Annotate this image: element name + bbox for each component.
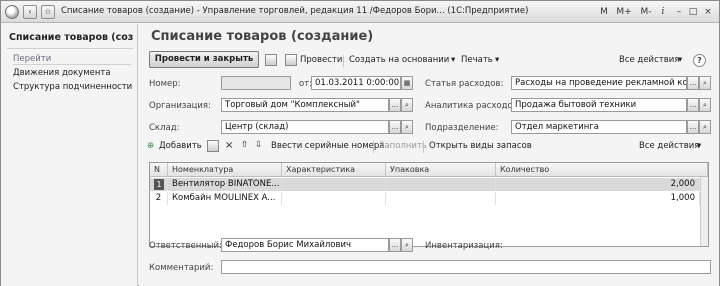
minimize-icon[interactable]: – <box>673 4 685 20</box>
column-header-quantity[interactable]: Количество <box>496 163 708 177</box>
row-number-cell: 1 <box>150 178 168 191</box>
chevron-down-icon[interactable]: ▾ <box>678 55 682 65</box>
table-scrollbar[interactable] <box>700 177 708 246</box>
expense-analytics-label: Аналитика расходов: <box>425 101 521 111</box>
responsible-field[interactable]: Федоров Борис Михайлович <box>221 238 389 252</box>
memory-subtract-button[interactable]: M- <box>637 4 655 20</box>
expense-item-field[interactable]: Расходы на проведение рекламной ком <box>511 76 687 90</box>
create-based-on-button[interactable]: Создать на основании <box>349 55 449 65</box>
search-icon[interactable]: ⌕ <box>401 120 413 134</box>
post-icon[interactable] <box>285 54 297 66</box>
date-field[interactable]: 01.03.2011 0:00:00 <box>311 76 401 90</box>
row-number: 2 <box>150 192 168 205</box>
item-cell[interactable]: Комбайн MOULINEX A... <box>168 192 282 205</box>
chevron-down-icon[interactable]: ▾ <box>451 55 455 65</box>
back-icon[interactable]: ‹ <box>23 5 37 19</box>
memory-button-m[interactable]: M <box>597 4 611 20</box>
add-button[interactable]: Добавить <box>159 141 202 151</box>
table-row[interactable]: 1 Вентилятор BINATONE... 2,000 <box>150 178 708 191</box>
delete-icon[interactable]: × <box>225 140 233 151</box>
characteristic-cell[interactable] <box>282 178 386 191</box>
select-button[interactable]: ... <box>687 120 699 134</box>
quantity-cell[interactable]: 1,000 <box>496 192 700 205</box>
divider <box>373 141 374 153</box>
search-icon[interactable]: ⌕ <box>699 120 711 134</box>
division-label: Подразделение: <box>425 123 499 133</box>
search-icon[interactable]: ⌕ <box>699 98 711 112</box>
nav-item-document-movements[interactable]: Движения документа <box>13 68 111 78</box>
select-button[interactable]: ... <box>389 98 401 112</box>
select-button[interactable]: ... <box>389 120 401 134</box>
inventory-label: Инвентаризация: <box>425 241 503 251</box>
post-and-close-button[interactable]: Провести и закрыть <box>149 51 259 68</box>
star-icon[interactable]: ☆ <box>41 5 55 19</box>
close-icon[interactable]: × <box>702 4 714 20</box>
expense-item-label: Статья расходов: <box>425 79 504 89</box>
comment-label: Комментарий: <box>149 263 214 273</box>
print-button[interactable]: Печать <box>461 55 493 65</box>
memory-add-button[interactable]: M+ <box>615 4 633 20</box>
help-icon[interactable]: ? <box>693 54 706 67</box>
search-icon[interactable]: ⌕ <box>401 238 413 252</box>
package-cell[interactable] <box>386 192 496 205</box>
chevron-down-icon[interactable]: ▾ <box>495 55 499 65</box>
divider <box>7 48 133 49</box>
comment-field[interactable] <box>221 260 711 274</box>
nav-item-subordination-structure[interactable]: Структура подчиненности <box>13 82 132 92</box>
select-button[interactable]: ... <box>389 238 401 252</box>
copy-icon[interactable] <box>207 140 219 152</box>
title-bar: ‹ ☆ Списание товаров (создание) - Управл… <box>1 1 719 23</box>
table-all-actions-button[interactable]: Все действия <box>639 141 699 151</box>
maximize-icon[interactable]: □ <box>687 4 699 20</box>
organization-field[interactable]: Торговый дом "Комплексный" <box>221 98 389 112</box>
nav-section-label: Перейти <box>13 54 52 64</box>
table-row[interactable]: 2 Комбайн MOULINEX A... 1,000 <box>150 192 708 205</box>
column-header-item[interactable]: Номенклатура <box>168 163 282 177</box>
item-cell[interactable]: Вентилятор BINATONE... <box>168 178 282 191</box>
calendar-icon[interactable]: ▦ <box>401 76 413 90</box>
page-title: Списание товаров (создание) <box>151 29 374 44</box>
navigation-panel: Списание товаров (соз... Перейти Движени… <box>1 24 138 286</box>
warehouse-label: Склад: <box>149 123 180 133</box>
number-label: Номер: <box>149 79 181 89</box>
search-icon[interactable]: ⌕ <box>401 98 413 112</box>
number-field[interactable] <box>221 76 291 90</box>
add-icon[interactable]: ⊕ <box>147 141 154 151</box>
expense-analytics-field[interactable]: Продажа бытовой техники <box>511 98 687 112</box>
open-stock-types-button[interactable]: Открыть виды запасов <box>429 141 532 151</box>
division-field[interactable]: Отдел маркетинга <box>511 120 687 134</box>
row-number: 1 <box>154 179 164 190</box>
column-header-n[interactable]: N <box>150 163 168 177</box>
all-actions-button[interactable]: Все действия <box>619 55 679 65</box>
select-button[interactable]: ... <box>687 76 699 90</box>
fill-button[interactable]: Заполнить <box>379 141 427 151</box>
divider <box>423 141 424 153</box>
divider <box>343 55 344 67</box>
organization-label: Организация: <box>149 101 211 111</box>
chevron-down-icon[interactable]: ▾ <box>697 141 701 151</box>
document-form: Списание товаров (создание) Провести и з… <box>139 24 719 286</box>
info-icon[interactable]: i <box>657 4 669 20</box>
panel-title: Списание товаров (соз... <box>9 32 134 43</box>
responsible-label: Ответственный: <box>149 241 222 251</box>
app-window: ‹ ☆ Списание товаров (создание) - Управл… <box>0 0 720 286</box>
save-icon[interactable] <box>265 54 277 66</box>
package-cell[interactable] <box>386 178 496 191</box>
divider <box>13 64 131 65</box>
move-down-icon[interactable]: ⇩ <box>255 140 262 150</box>
quantity-cell[interactable]: 2,000 <box>496 178 700 191</box>
post-button[interactable]: Провести <box>300 55 342 65</box>
enter-serial-numbers-button[interactable]: Ввести серийные номера <box>271 141 384 151</box>
window-title: Списание товаров (создание) - Управление… <box>61 6 529 16</box>
characteristic-cell[interactable] <box>282 192 386 205</box>
warehouse-field[interactable]: Центр (склад) <box>221 120 389 134</box>
search-icon[interactable]: ⌕ <box>699 76 711 90</box>
move-up-icon[interactable]: ⇧ <box>241 140 248 150</box>
column-header-package[interactable]: Упаковка <box>386 163 496 177</box>
column-header-characteristic[interactable]: Характеристика <box>282 163 386 177</box>
app-logo-icon[interactable] <box>5 5 19 19</box>
select-button[interactable]: ... <box>687 98 699 112</box>
goods-table[interactable]: N Номенклатура Характеристика Упаковка К… <box>149 162 709 247</box>
